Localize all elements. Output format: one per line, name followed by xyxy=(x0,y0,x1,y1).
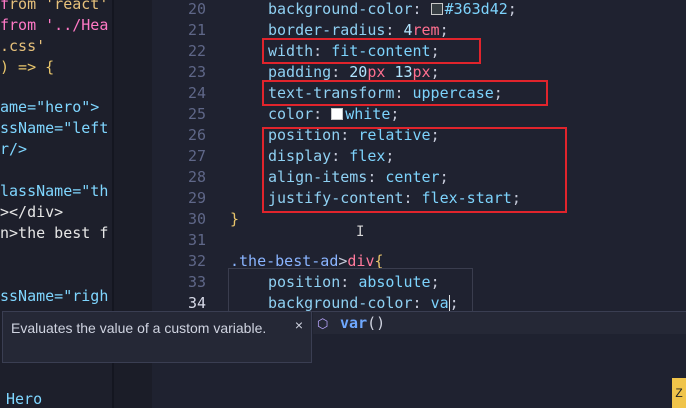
line-number: 22 xyxy=(187,42,206,60)
code-line: n>the best f xyxy=(0,224,109,242)
code-line: Hero xyxy=(6,390,43,408)
code-line: color: white; xyxy=(268,105,400,123)
annotation-box-flex xyxy=(262,127,567,213)
code-line: ame="hero"> xyxy=(0,98,100,116)
line-number: 28 xyxy=(187,168,206,186)
color-swatch-white[interactable] xyxy=(331,108,344,120)
hover-documentation-tooltip: Evaluates the value of a custom variable… xyxy=(2,311,312,363)
line-number: 27 xyxy=(187,147,206,165)
code-line: ) => { xyxy=(0,58,55,76)
line-number: 24 xyxy=(187,84,206,102)
code-line: background-color: #363d42; xyxy=(268,0,517,18)
code-line: ssName="righ xyxy=(0,287,109,305)
code-line: } xyxy=(230,210,240,228)
line-number: 20 xyxy=(187,0,206,18)
cube-icon: ⬡ xyxy=(317,317,329,332)
code-line: lassName="th xyxy=(0,182,109,200)
line-number: 26 xyxy=(187,126,206,144)
autocomplete-suggestion[interactable]: ⬡ var() xyxy=(313,311,686,334)
annotation-box-width xyxy=(262,38,481,64)
code-line: ></div> xyxy=(0,203,64,221)
mouse-ibeam-icon: I xyxy=(356,224,365,240)
tooltip-text: Evaluates the value of a custom variable… xyxy=(11,320,267,336)
line-number: 25 xyxy=(187,105,206,123)
code-line: from 'react' xyxy=(0,0,109,13)
code-line: .css' xyxy=(0,37,46,55)
corner-badge: Z xyxy=(672,378,686,408)
line-number: 29 xyxy=(187,189,206,207)
line-number: 31 xyxy=(187,231,206,249)
annotation-box-text-transform xyxy=(262,80,548,106)
code-line: from '../Hea xyxy=(0,16,109,34)
color-swatch-363d42[interactable] xyxy=(430,3,443,15)
line-number: 33 xyxy=(187,273,206,291)
line-number: 21 xyxy=(187,21,206,39)
tooltip-close-icon[interactable]: × xyxy=(295,315,303,335)
suggestion-rest: () xyxy=(367,314,386,332)
suggestion-match: var xyxy=(340,314,368,332)
code-line: ssName="left xyxy=(0,119,109,137)
line-number: 30 xyxy=(187,210,206,228)
current-line-highlight xyxy=(228,268,473,312)
code-line: r/> xyxy=(0,140,28,158)
line-number: 23 xyxy=(187,63,206,81)
line-number: 32 xyxy=(187,252,206,270)
